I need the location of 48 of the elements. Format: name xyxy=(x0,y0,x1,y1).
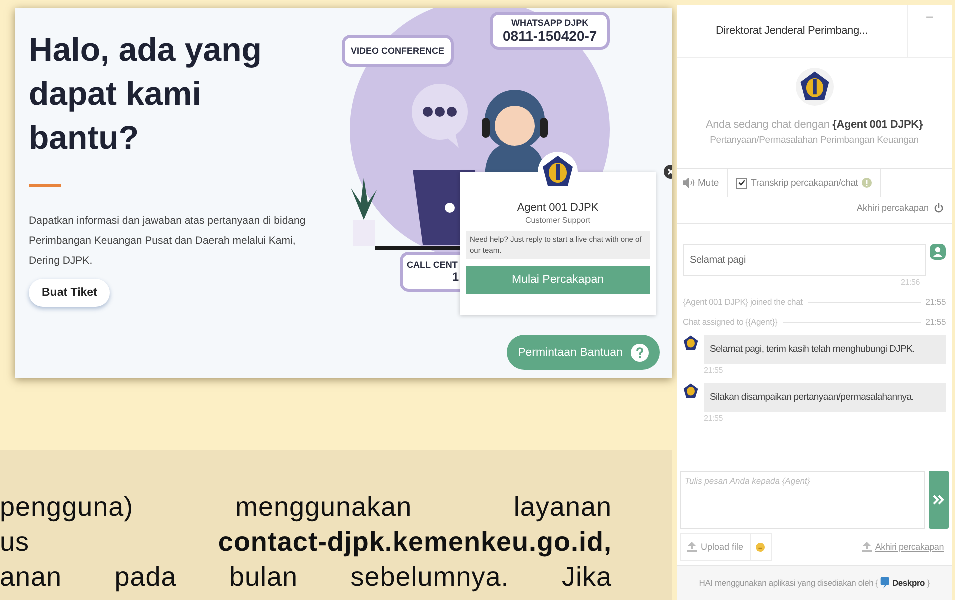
chat-title: Direktorat Jenderal Perimbang... xyxy=(677,5,908,57)
send-icon xyxy=(933,495,945,505)
footer-text: HAI menggunakan aplikasi yang disediakan oleh { xyxy=(699,578,878,588)
brand-icon xyxy=(880,577,890,589)
chat-agent-text: Anda sedang chat dengan {Agent 001 DJPK} xyxy=(706,119,924,131)
user-avatar-icon xyxy=(930,244,946,260)
contact-label: VIDEO CONFERENCE xyxy=(342,35,454,67)
event-time: 21:55 xyxy=(926,317,946,327)
info-icon xyxy=(862,178,872,188)
emblem-icon xyxy=(796,68,834,106)
upload-icon xyxy=(862,542,872,552)
footer-brace: } xyxy=(927,578,930,588)
end-chat-link[interactable]: Akhiri percakapan xyxy=(862,542,944,552)
chat-event: {Agent 001 DJPK} joined the chat xyxy=(683,297,803,307)
agent-name: Agent 001 DJPK xyxy=(517,202,599,214)
contact-label: CALL CENT 1 xyxy=(400,252,463,292)
emoji-icon xyxy=(756,542,766,552)
send-button[interactable] xyxy=(929,471,949,529)
contact-label: WHATSAPP DJPK 0811-150420-7 xyxy=(490,12,610,50)
message-input[interactable]: Tulis pesan Anda kepada {Agent} xyxy=(680,471,925,529)
minimize-button[interactable]: − xyxy=(908,5,952,26)
slide-text-line: us contact-djpk.kemenkeu.go.id, xyxy=(0,526,612,559)
help-icon xyxy=(630,344,649,362)
transcript-label: Transkrip percakapan/chat xyxy=(751,178,858,188)
emblem-icon xyxy=(683,335,699,351)
start-chat-button[interactable]: Mulai Percakapan xyxy=(466,266,650,294)
upload-file-button[interactable]: Upload file xyxy=(680,533,751,561)
power-icon xyxy=(934,203,944,213)
transcript-checkbox[interactable] xyxy=(736,178,748,188)
mute-button[interactable]: Mute xyxy=(677,169,728,197)
chat-event: Chat assigned to {{Agent}} xyxy=(683,317,778,327)
slide-text-line: pengguna) menggunakan layanan xyxy=(0,491,612,524)
emblem-icon xyxy=(683,383,699,399)
agent-role: Customer Support xyxy=(526,216,590,225)
help-request-button[interactable]: Permintaan Bantuan xyxy=(507,335,660,370)
slide-text-line: anan pada bulan sebelumnya. Jika xyxy=(0,561,612,594)
brand-link[interactable]: Deskpro xyxy=(892,578,926,588)
agent-message: Silakan disampaikan pertanyaan/permasalahannya. xyxy=(704,383,946,412)
ticket-button[interactable]: Buat Tiket xyxy=(29,279,110,307)
page-heading: Halo, ada yang dapat kami bantu? xyxy=(29,30,263,158)
description-text: Dapatkan informasi dan jawaban atas pertanyaan di bidang Perimbangan Keuangan Pusat dan Daerah melalui Kami, Dering DJPK. xyxy=(29,214,307,269)
user-message: Selamat pagi xyxy=(683,244,926,276)
speaker-icon xyxy=(683,178,695,188)
upload-icon xyxy=(687,542,697,552)
chat-topic: Pertanyaan/Permasalahan Perimbangan Keuangan xyxy=(710,135,919,146)
end-chat-button[interactable]: Akhiri percakapan xyxy=(856,203,944,213)
agent-message: Selamat pagi, terim kasih telah menghubungi DJPK. xyxy=(704,335,946,364)
event-time: 21:55 xyxy=(926,297,946,307)
